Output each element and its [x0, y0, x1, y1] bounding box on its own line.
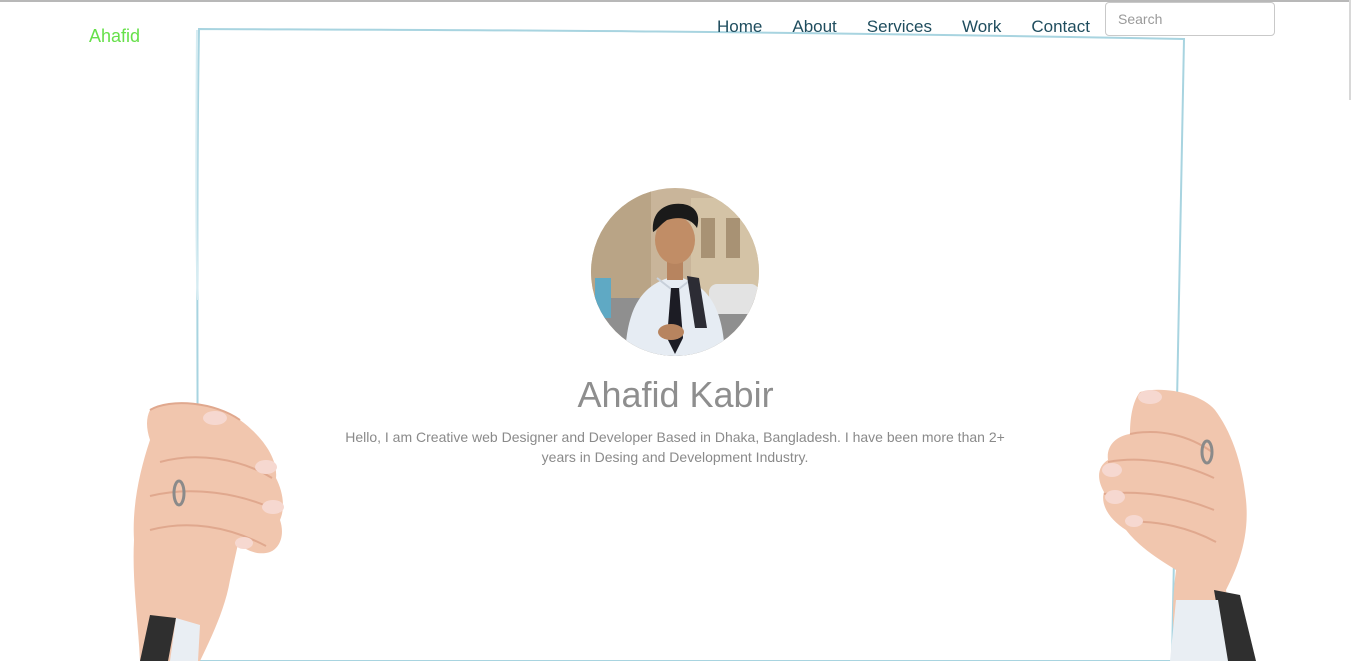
nav-contact[interactable]: Contact: [1016, 17, 1105, 37]
nav-work[interactable]: Work: [947, 17, 1016, 37]
main-nav: Home About Services Work Contact: [702, 17, 1105, 37]
nav-services[interactable]: Services: [852, 17, 947, 37]
hero-name: Ahafid Kabir: [577, 374, 774, 415]
page: Ahafid Home About Services Work Contact: [0, 0, 1351, 661]
search-input[interactable]: [1105, 2, 1275, 36]
profile-avatar: [591, 188, 759, 356]
profile-photo: [591, 188, 759, 356]
brand-logo-link[interactable]: Ahafid: [89, 26, 140, 47]
nav-about[interactable]: About: [777, 17, 851, 37]
hero-bio: Hello, I am Creative web Designer and De…: [345, 429, 1005, 465]
nav-home[interactable]: Home: [702, 17, 777, 37]
